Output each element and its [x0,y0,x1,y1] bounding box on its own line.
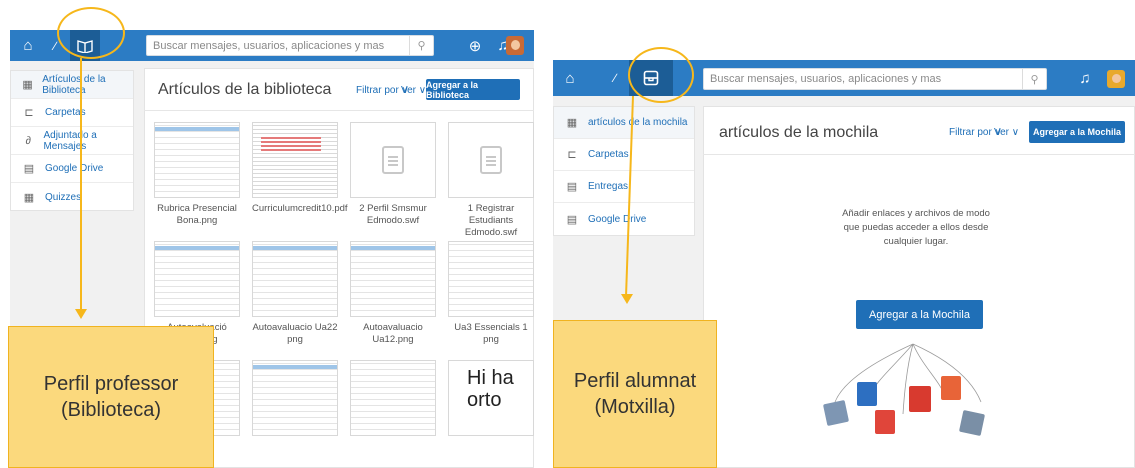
sidebar-item-label: Google Drive [588,213,647,225]
sidebar-item-library[interactable]: ▦ Artículos de la Biblioteca [11,71,133,99]
thumbnail-text: Hi ha [467,367,514,389]
sidebar-item-label: Google Drive [45,163,104,174]
file-thumbnail: Hi ha orto [448,360,534,436]
submission-icon: ▤ [566,181,578,193]
search-icon[interactable]: ⚲ [409,36,433,55]
folder-icon: ⊏ [567,149,577,161]
sidebar-item-folders[interactable]: ⊏ Carpetas [11,99,133,127]
file-name: Ua3 Essencials 1 png [454,322,528,345]
sidebar-item-label: Quizzes [45,191,82,203]
add-to-library-button[interactable]: Agregar a la Biblioteca [426,79,520,100]
home-icon[interactable]: ⌂ [16,30,40,61]
apps-icon[interactable]: ⊕ [464,30,486,61]
sidebar-item-label: artículos de la mochila [588,117,688,128]
document-icon [382,146,404,174]
sidebar-item-folders[interactable]: ⊏ Carpetas [554,139,694,171]
file-thumbnail [350,241,436,317]
page-title: artículos de la mochila [719,124,879,141]
file-tile[interactable]: Hi ha orto [448,360,534,467]
sidebar-item-submissions[interactable]: ▤ Entregas [554,171,694,203]
file-tile[interactable] [350,360,436,467]
sidebar-item-label: Carpetas [588,149,629,160]
bell-icon[interactable]: ♫ [1073,60,1097,96]
presentation-file-icon [941,376,961,400]
divider [703,154,1135,155]
video-file-icon [875,410,895,434]
sidebar-item-google-drive[interactable]: ▤ Google Drive [11,155,133,183]
activity-icon[interactable]: ∕ [605,60,625,96]
sidebar-item-label: Artículos de la Biblioteca [42,73,106,96]
backpack-icon: ▦ [566,117,578,129]
teacher-profile-callout: Perfil professor (Biblioteca) [8,326,214,468]
file-thumbnail [350,360,436,436]
file-thumbnail [252,360,338,436]
file-tile[interactable]: Autoavaluacio Ua12.png [350,241,436,348]
file-thumbnail [252,241,338,317]
drive-icon: ▤ [23,163,35,175]
backpack-sidebar: ▦ artículos de la mochila ⊏ Carpetas ▤ Entr… [553,106,695,236]
sidebar-item-backpack[interactable]: ▦ artículos de la mochila [554,107,694,139]
file-types-illustration [823,343,985,436]
file-thumbnail [448,122,534,198]
add-to-backpack-button[interactable]: Agregar a la Mochila [1029,121,1125,143]
file-thumbnail [154,241,240,317]
sidebar-item-google-drive[interactable]: ▤ Google Drive [554,203,694,235]
search-input[interactable]: Buscar mensajes, usuarios, aplicaciones … [703,68,1047,90]
thumbnail-text: orto [467,389,502,411]
file-name: Rubrica Presencial Bona.png [157,203,237,226]
folder-icon: ⊏ [24,107,34,119]
drive-icon: ▤ [566,213,578,226]
file-tile[interactable]: Curriculumcredit10.pdf [252,122,348,229]
add-to-backpack-main-button[interactable]: Agregar a la Mochila [856,300,983,329]
sidebar-item-label: Adjuntado a Mensajes [43,129,97,152]
search-placeholder: Buscar mensajes, usuarios, aplicaciones … [710,73,942,85]
page-title: Artículos de la biblioteca [158,81,332,98]
file-name: Autoavaluacio Ua22 png [252,322,338,345]
image-file-icon [823,400,849,426]
pdf-file-icon [909,386,931,412]
search-input[interactable]: Buscar mensajes, usuarios, aplicaciones … [146,35,434,56]
file-thumbnail [448,241,534,317]
paperclip-icon: ∂ [25,134,31,147]
library-icon: ▦ [22,79,33,91]
file-name: Curriculumcredit10.pdf [252,203,348,214]
avatar[interactable] [1107,70,1125,88]
sidebar-item-quizzes[interactable]: ▦ Quizzes [11,183,133,211]
file-name: 2 Perfil Smsmur Edmodo.swf [359,203,427,226]
student-profile-callout: Perfil alumnat (Motxilla) [553,320,717,468]
arrow-head [75,309,87,319]
arrow-line [80,58,82,310]
file-tile[interactable]: Ua3 Essencials 1 png [448,241,534,348]
quiz-icon: ▦ [23,191,35,204]
view-dropdown[interactable]: Ver ∨ [994,127,1019,138]
file-tile[interactable]: 2 Perfil Smsmur Edmodo.swf [350,122,436,229]
file-tile[interactable] [252,360,338,467]
file-tile[interactable]: 1 Registrar Estudiants Edmodo.swf [448,122,534,238]
file-name: Autoavaluacio Ua12.png [363,322,423,345]
highlight-circle [57,7,125,59]
search-icon[interactable]: ⚲ [1022,69,1046,89]
library-sidebar: ▦ Artículos de la Biblioteca ⊏ Carpetas ∂ A… [10,70,134,211]
sidebar-item-label: Entregas [588,181,629,192]
file-tile[interactable]: Rubrica Presencial Bona.png [154,122,240,229]
file-thumbnail [252,122,338,198]
file-tile[interactable]: Autoavaluacio Ua22 png [252,241,338,348]
search-placeholder: Buscar mensajes, usuarios, aplicaciones … [153,39,385,52]
highlight-circle [628,47,694,103]
link-file-icon [959,410,985,436]
file-thumbnail [350,122,436,198]
sidebar-item-attached[interactable]: ∂ Adjuntado a Mensajes [11,127,133,155]
view-dropdown[interactable]: Ver ∨ [401,85,426,96]
empty-state-message: Añadir enlaces y archivos de modo que pu… [842,208,990,247]
file-thumbnail [154,122,240,198]
document-file-icon [857,382,877,406]
arrow-head [621,294,633,304]
divider [144,110,534,111]
home-icon[interactable]: ⌂ [557,60,583,96]
avatar[interactable] [506,36,524,55]
document-icon [480,146,502,174]
file-name: 1 Registrar Estudiants Edmodo.swf [464,203,518,238]
